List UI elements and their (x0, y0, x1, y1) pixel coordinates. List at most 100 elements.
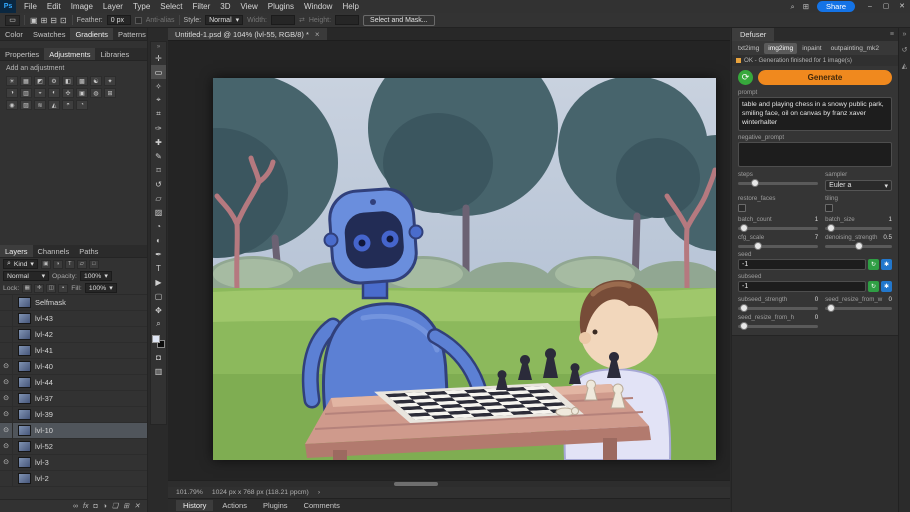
delete-layer-icon[interactable]: ✕ (134, 502, 140, 510)
intersect-selection-icon[interactable]: ⊡ (59, 16, 68, 25)
layer-visibility-toggle[interactable]: ⊙ (0, 295, 13, 310)
eraser-tool[interactable]: ▱ (151, 191, 166, 205)
slider-thumb[interactable] (754, 242, 763, 250)
layer-filter-icon[interactable]: ▱ (76, 259, 87, 269)
workspace-icon[interactable]: ⊞ (799, 0, 813, 13)
menu-item[interactable]: Window (299, 0, 337, 13)
layer-row[interactable]: ⊙ lvl-43 (0, 311, 147, 327)
dock-tab[interactable]: Plugins (256, 500, 295, 511)
fill-select[interactable]: 100% ▾ (84, 283, 117, 293)
style-select[interactable]: Normal ▾ (205, 15, 244, 25)
sd-mode-tab[interactable]: outpainting_mk2 (827, 43, 883, 54)
active-tool-icon[interactable]: ▭ (5, 14, 20, 26)
pen-tool[interactable]: ✒ (151, 247, 166, 261)
panel-tab[interactable]: Paths (74, 245, 103, 257)
layer-visibility-toggle[interactable]: ⊙ (0, 327, 13, 342)
adjustment-icon[interactable]: ◑ (6, 88, 18, 98)
width-input[interactable] (270, 15, 295, 25)
toolbar-collapse-icon[interactable]: » (157, 43, 160, 51)
color-swatches[interactable] (152, 335, 165, 348)
screen-mode-icon[interactable]: ▥ (151, 364, 166, 378)
seed-resize-from-w-slider[interactable] (825, 304, 892, 312)
sd-panel-title-tab[interactable]: Defuser (732, 28, 775, 41)
menu-item[interactable]: Filter (188, 0, 216, 13)
zoom-level[interactable]: 101.79% (176, 489, 203, 496)
menu-item[interactable]: Type (128, 0, 155, 13)
adjustment-icon[interactable]: ≋ (34, 100, 46, 110)
panel-tab[interactable]: Layers (0, 245, 33, 257)
layer-row[interactable]: ⊙ lvl-52 (0, 439, 147, 455)
dock-tab[interactable]: Comments (297, 500, 347, 511)
adjustment-icon[interactable]: ☯ (90, 76, 102, 86)
adjustment-icon[interactable]: ◍ (90, 88, 102, 98)
gradient-tool[interactable]: ▨ (151, 205, 166, 219)
adjustment-icon[interactable]: ✣ (62, 88, 74, 98)
panel-tab[interactable]: Patterns (113, 28, 151, 40)
layer-mask-icon[interactable]: ◘ (94, 503, 98, 510)
layer-filter-icon[interactable]: □ (88, 259, 99, 269)
layer-row[interactable]: ⊙ lvl-40 (0, 359, 147, 375)
layer-filter-kind-select[interactable]: ⌕ Kind ▾ (3, 259, 38, 269)
adjustment-icon[interactable]: ◒ (34, 88, 46, 98)
sd-mode-tab[interactable]: txt2img (734, 43, 763, 54)
marquee-tool[interactable]: ▭ (151, 65, 166, 79)
layer-visibility-toggle[interactable]: ⊙ (0, 311, 13, 326)
blend-mode-select[interactable]: Normal ▾ (3, 271, 49, 281)
adjustment-icon[interactable]: ▨ (20, 100, 32, 110)
layer-group-icon[interactable]: ❏ (112, 502, 118, 510)
slider-thumb[interactable] (740, 224, 749, 232)
adjustment-icon[interactable]: ⚙ (48, 76, 60, 86)
crop-tool[interactable]: ⌗ (151, 107, 166, 121)
status-arrow-icon[interactable]: › (318, 489, 320, 496)
adjustment-icon[interactable]: ▩ (76, 76, 88, 86)
horizontal-scrollbar[interactable] (168, 480, 730, 487)
add-selection-icon[interactable]: ⊞ (40, 16, 49, 25)
maximize-button[interactable]: ▢ (878, 0, 894, 13)
menu-item[interactable]: Layer (98, 0, 128, 13)
subseed-input[interactable] (738, 281, 866, 292)
layer-row[interactable]: ⊙ lvl-44 (0, 375, 147, 391)
cfg-scale-slider[interactable] (738, 242, 819, 250)
layer-row[interactable]: ⊙ lvl-37 (0, 391, 147, 407)
subtract-selection-icon[interactable]: ⊟ (49, 16, 58, 25)
layer-visibility-toggle[interactable]: ⊙ (0, 375, 13, 390)
layer-visibility-toggle[interactable]: ⊙ (0, 359, 13, 374)
menu-item[interactable]: Plugins (263, 0, 299, 13)
shape-tool[interactable]: ▢ (151, 289, 166, 303)
zoom-tool[interactable]: ⌕ (151, 317, 166, 331)
minimize-button[interactable]: – (862, 0, 878, 13)
layer-row[interactable]: ⊙ lvl-3 (0, 455, 147, 471)
collapse-panels-icon[interactable]: » (903, 31, 907, 38)
new-layer-icon[interactable]: ⊞ (123, 502, 129, 510)
reuse-subseed-button[interactable]: ↻ (868, 281, 879, 292)
lasso-tool[interactable]: ✧ (151, 79, 166, 93)
random-subseed-button[interactable]: ✱ (881, 281, 892, 292)
blur-tool[interactable]: ◔ (151, 219, 166, 233)
scrollbar-thumb[interactable] (394, 482, 438, 486)
adjustment-icon[interactable]: ▣ (76, 88, 88, 98)
eyedropper-tool[interactable]: ✑ (151, 121, 166, 135)
close-button[interactable]: ✕ (894, 0, 910, 13)
search-icon[interactable]: ⌕ (786, 0, 798, 13)
slider-thumb[interactable] (827, 304, 836, 312)
layer-visibility-toggle[interactable]: ⊙ (0, 439, 13, 454)
tiling-checkbox[interactable] (825, 204, 834, 212)
layer-row[interactable]: ⊙ Selfmask (0, 295, 147, 311)
layer-visibility-toggle[interactable]: ⊙ (0, 391, 13, 406)
lock-icon[interactable]: ◫ (46, 283, 57, 293)
antialias-checkbox[interactable] (134, 16, 142, 24)
slider-thumb[interactable] (740, 322, 749, 330)
layer-row[interactable]: ⊙ lvl-41 (0, 343, 147, 359)
slider-thumb[interactable] (740, 304, 749, 312)
adjustment-icon[interactable]: ◉ (6, 100, 18, 110)
adjustment-icon[interactable]: ⊞ (104, 88, 116, 98)
layer-visibility-toggle[interactable]: ⊙ (0, 423, 13, 438)
photoshop-logo-icon[interactable]: Ps (0, 0, 16, 13)
clone-stamp-tool[interactable]: ⌑ (151, 163, 166, 177)
layer-row[interactable]: ⊙ lvl-42 (0, 327, 147, 343)
sd-settings-icon[interactable]: ⟳ (738, 70, 753, 85)
adjustment-icon[interactable]: ◐ (48, 88, 60, 98)
menu-item[interactable]: Help (337, 0, 363, 13)
dodge-tool[interactable]: ◐ (151, 233, 166, 247)
panel-tab[interactable]: Gradients (70, 28, 113, 40)
